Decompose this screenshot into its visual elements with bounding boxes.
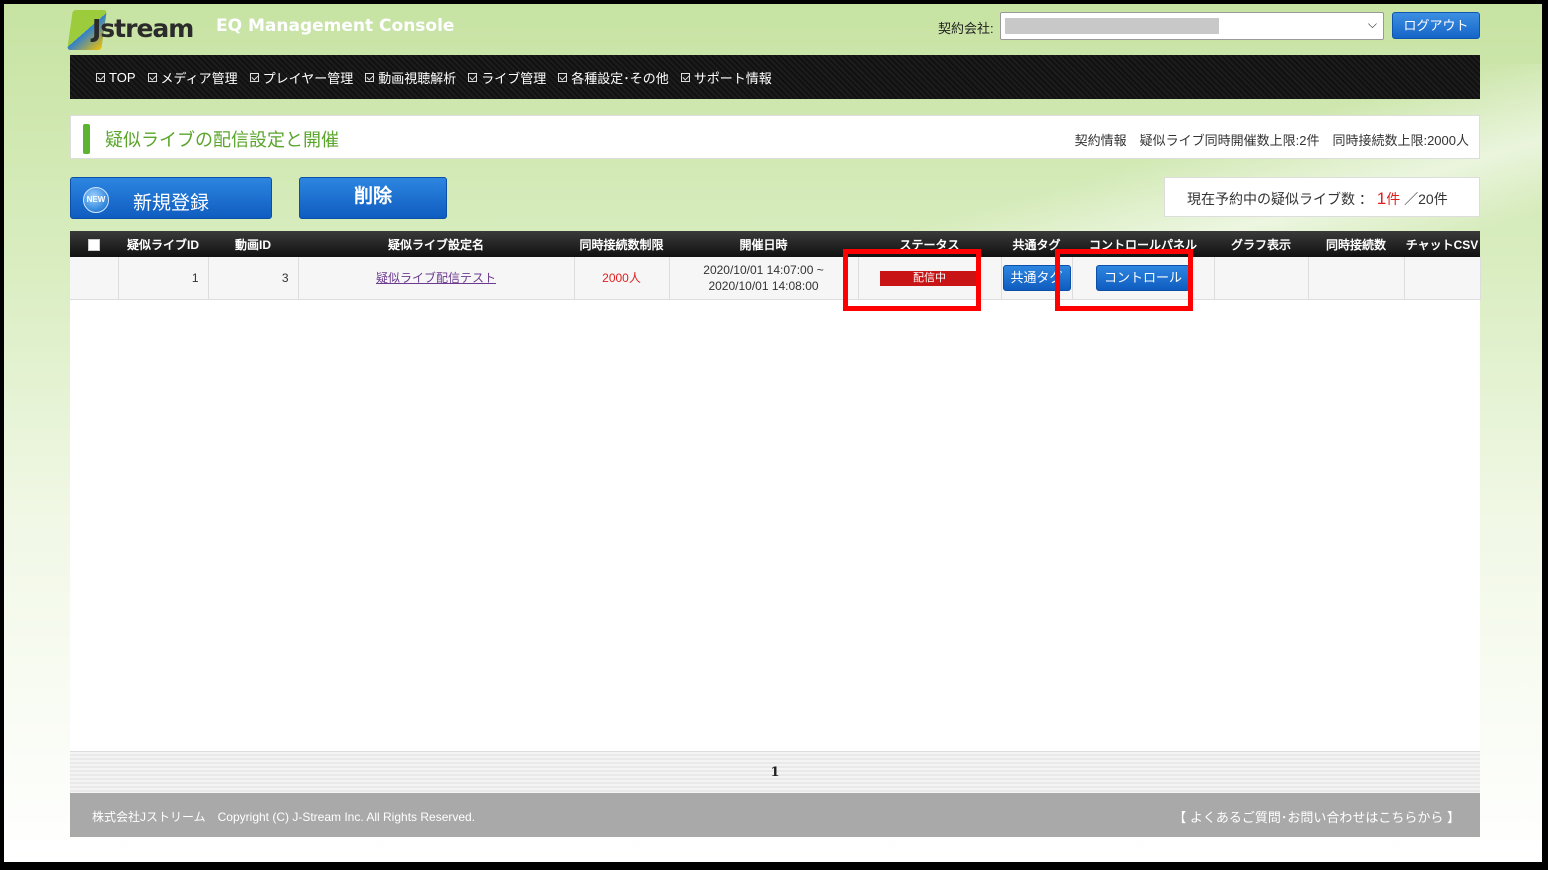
col-live-id[interactable]: 疑似ライブID <box>118 231 208 257</box>
nav-item-settings[interactable]: 各種設定･その他 <box>558 68 669 87</box>
checkbox-icon <box>96 73 105 82</box>
cell-chat-csv <box>1404 257 1481 300</box>
checkbox-icon <box>468 73 478 82</box>
pseudo-live-table: 疑似ライブID 動画ID 疑似ライブ設定名 同時接続数制限 開催日時 ステータス… <box>70 231 1481 751</box>
nav-item-analytics[interactable]: 動画視聴解析 <box>365 68 456 87</box>
nav-item-live[interactable]: ライブ管理 <box>468 68 546 87</box>
nav-item-label: 各種設定･その他 <box>571 71 669 86</box>
page-title-bar: 疑似ライブの配信設定と開催 契約情報 疑似ライブ同時開催数上限:2件 同時接続数… <box>70 115 1480 159</box>
console-window: Jstream EQ Management Console 契約会社: ⌵ ログ… <box>4 4 1542 862</box>
reservation-label: 現在予約中の疑似ライブ数 ： <box>1187 191 1373 207</box>
nav-item-label: 動画視聴解析 <box>378 71 457 86</box>
live-name-link[interactable]: 疑似ライブ配信テスト <box>376 271 496 285</box>
cell-graph <box>1214 257 1309 300</box>
col-limit[interactable]: 同時接続数制限 <box>574 231 669 257</box>
col-concurrent: 同時接続数 <box>1325 237 1386 252</box>
nav-item-player[interactable]: プレイヤー管理 <box>249 68 354 87</box>
page-title: 疑似ライブの配信設定と開催 <box>105 130 339 150</box>
copyright-text: 株式会社Jストリーム Copyright (C) J-Stream Inc. A… <box>92 810 476 824</box>
nav-item-label: メディア管理 <box>160 71 238 86</box>
new-register-label: 新規登録 <box>133 193 210 214</box>
cell-datetime: 2020/10/01 14:07:00 ~ 2020/10/01 14:08:0… <box>669 257 859 300</box>
reservation-count: 1 <box>1376 189 1387 208</box>
logo-text: Jstream <box>92 14 194 43</box>
cell-name: 疑似ライブ配信テスト <box>298 257 575 300</box>
nav-item-media[interactable]: メディア管理 <box>147 68 238 87</box>
contract-info: 契約情報 疑似ライブ同時開催数上限:2件 同時接続数上限:2000人 <box>1074 133 1469 148</box>
checkbox-icon <box>558 73 568 82</box>
faq-contact-link[interactable]: 【 よくあるご質問･お問い合わせはこちらから 】 <box>1173 807 1460 826</box>
reservation-count-box: 現在予約中の疑似ライブ数 ： 1件 ／20件 <box>1164 177 1480 217</box>
select-all-cell <box>70 231 118 257</box>
jstream-logo[interactable]: Jstream <box>67 8 200 52</box>
highlight-status-box <box>843 249 981 311</box>
logout-button[interactable]: ログアウト <box>1392 12 1480 39</box>
cell-video-id: 3 <box>208 257 299 300</box>
datetime-start: 2020/10/01 14:07:00 ~ <box>703 262 824 277</box>
chevron-down-icon: ⌵ <box>1367 17 1377 31</box>
cell-live-id: 1 <box>118 257 209 300</box>
highlight-control-box <box>1055 249 1193 311</box>
company-value-redacted <box>1005 18 1219 34</box>
cell-limit: 2000人 <box>574 257 670 300</box>
main-nav: TOP メディア管理 プレイヤー管理 動画視聴解析 ライブ管理 各種設定･その他… <box>70 55 1480 99</box>
footer: 株式会社Jストリーム Copyright (C) J-Stream Inc. A… <box>70 793 1480 837</box>
col-datetime[interactable]: 開催日時 <box>669 231 858 257</box>
new-register-button[interactable]: NEW 新規登録 <box>70 177 272 219</box>
checkbox-icon <box>249 73 259 82</box>
col-video-id[interactable]: 動画ID <box>208 231 298 257</box>
page-number-current[interactable]: 1 <box>770 765 779 780</box>
company-label: 契約会社: <box>938 21 994 36</box>
reservation-count-unit: 件 <box>1386 191 1401 207</box>
nav-item-label: サポート情報 <box>693 71 772 86</box>
nav-item-label: プレイヤー管理 <box>262 71 354 86</box>
new-icon: NEW <box>83 187 109 213</box>
nav-item-top[interactable]: TOP <box>96 68 136 87</box>
col-name[interactable]: 疑似ライブ設定名 <box>298 231 574 257</box>
title-accent-bar <box>83 124 90 154</box>
select-all-checkbox[interactable] <box>88 238 100 251</box>
console-title: EQ Management Console <box>216 16 455 36</box>
nav-item-label: TOP <box>109 70 136 85</box>
checkbox-icon <box>680 73 690 82</box>
table-row: 1 3 疑似ライブ配信テスト 2000人 2020/10/01 14:07:00… <box>70 257 1481 300</box>
cell-concurrent <box>1308 257 1405 300</box>
checkbox-icon <box>365 73 375 82</box>
col-graph: グラフ表示 <box>1230 237 1291 252</box>
reservation-total: ／20件 <box>1404 191 1448 207</box>
pagination: 1 <box>70 751 1480 793</box>
row-select-cell[interactable] <box>70 257 119 300</box>
delete-button[interactable]: 削除 <box>299 177 447 219</box>
company-select[interactable]: ⌵ <box>1000 12 1384 40</box>
nav-item-label: ライブ管理 <box>481 71 547 86</box>
datetime-end: 2020/10/01 14:08:00 <box>708 278 819 293</box>
table-header-row: 疑似ライブID 動画ID 疑似ライブ設定名 同時接続数制限 開催日時 ステータス… <box>70 231 1480 257</box>
col-chat-csv: チャットCSV <box>1405 237 1479 252</box>
nav-item-support[interactable]: サポート情報 <box>680 68 772 87</box>
checkbox-icon <box>147 73 157 82</box>
